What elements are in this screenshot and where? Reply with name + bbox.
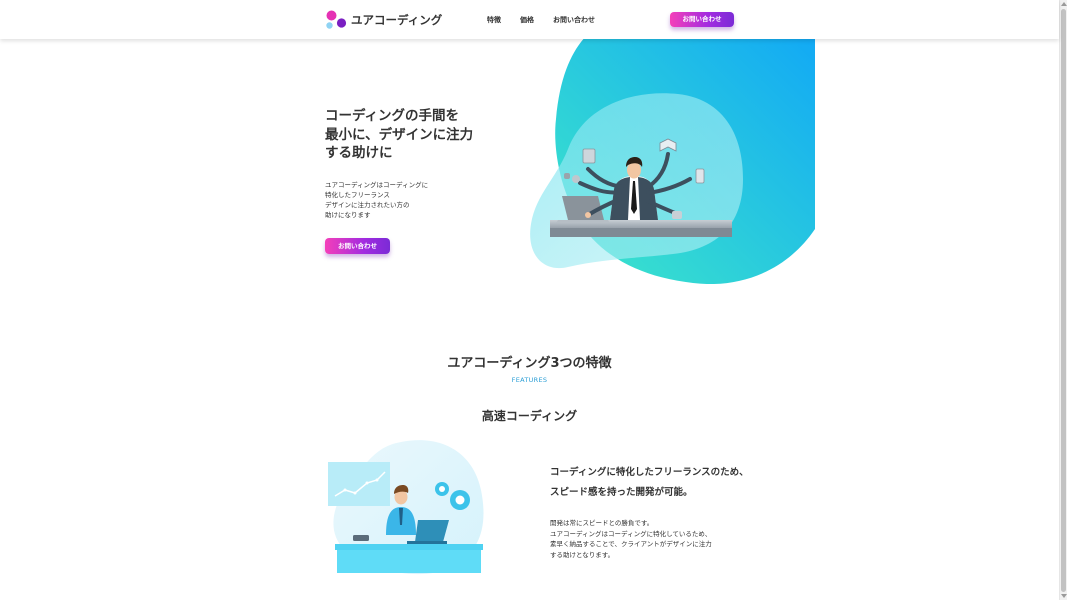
header-contact-button[interactable]: お問い合わせ bbox=[670, 12, 734, 27]
scroll-up-arrow-icon[interactable] bbox=[1061, 2, 1067, 6]
hero-contact-button[interactable]: お問い合わせ bbox=[325, 238, 390, 254]
feature-illustration bbox=[323, 440, 488, 575]
nav-link-contact[interactable]: お問い合わせ bbox=[553, 15, 595, 25]
feature-headline: コーディングに特化したフリーランスのため、 スピード感を持った開発が可能。 bbox=[550, 463, 749, 503]
hero-desc-line: 助けになります bbox=[325, 211, 371, 219]
hero-title-line: 最小に、デザインに注力 bbox=[325, 126, 474, 143]
hero-title-line: コーディングの手間を bbox=[325, 108, 460, 124]
nav-link-features[interactable]: 特徴 bbox=[487, 15, 501, 25]
feature-headline-line: コーディングに特化したフリーランスのため、 bbox=[550, 467, 749, 478]
feature-body-line: 素早く納品することで、クライアントがデザインに注力 bbox=[550, 540, 712, 548]
features-section-subtitle: FEATURES bbox=[511, 376, 548, 384]
scroll-down-arrow-icon[interactable] bbox=[1061, 594, 1067, 598]
feature-body: 開発は常にスピードとの勝負です。 ユアコーディングはコーディングに特化しているた… bbox=[550, 518, 712, 560]
hero-title: コーディングの手間を 最小に、デザインに注力 する助けに bbox=[325, 107, 525, 163]
nav-link-price[interactable]: 価格 bbox=[520, 15, 534, 25]
hero-desc-line: 特化したフリーランス bbox=[325, 191, 390, 199]
hero-desc-line: ユアコーディングはコーディングに bbox=[325, 181, 429, 189]
hero-desc-line: デザインに注力されたい方の bbox=[325, 201, 410, 209]
feature-body-line: 開発は常にスピードとの勝負です。 bbox=[550, 519, 654, 527]
hero-title-line: する助けに bbox=[325, 145, 393, 161]
feature-headline-line: スピード感を持った開発が可能。 bbox=[550, 487, 693, 498]
hero-description: ユアコーディングはコーディングに 特化したフリーランス デザインに注力されたい方… bbox=[325, 180, 485, 220]
features-section-title: ユアコーディング3つの特徴 bbox=[447, 356, 612, 371]
logo-icon[interactable] bbox=[325, 10, 347, 30]
feature-body-line: する助けとなります。 bbox=[550, 550, 615, 559]
feature-body-line: ユアコーディングはコーディングに特化しているため、 bbox=[550, 529, 712, 538]
brand-name[interactable]: ユアコーディング bbox=[351, 12, 442, 28]
site-header: ユアコーディング 特徴 価格 お問い合わせ お問い合わせ bbox=[0, 0, 1059, 39]
feature-title: 高速コーディング bbox=[481, 409, 578, 423]
hero-illustration bbox=[528, 39, 815, 284]
vertical-scrollbar[interactable] bbox=[1059, 0, 1067, 600]
scrollbar-thumb[interactable] bbox=[1061, 9, 1066, 592]
